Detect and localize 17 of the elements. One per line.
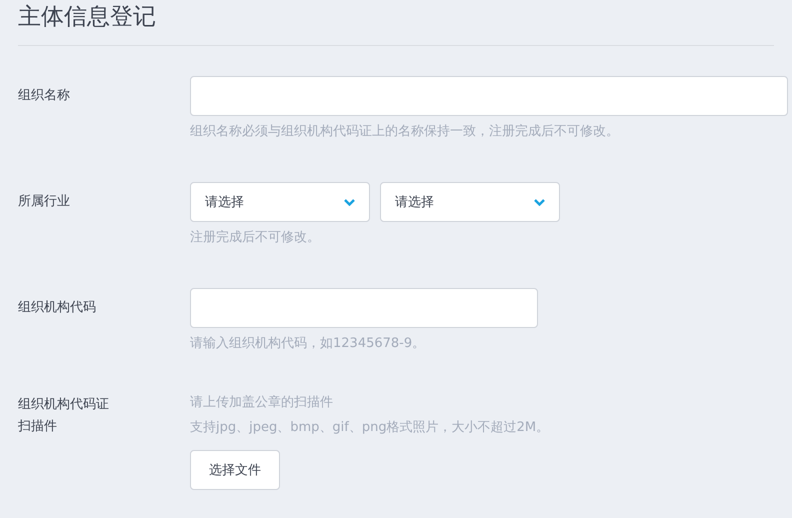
field-label: 组织名称 — [18, 87, 70, 105]
hint-text: 组织名称必须与组织机构代码证上的名称保持一致，注册完成后不可修改。 — [190, 123, 620, 141]
text-field[interactable] — [190, 288, 538, 328]
page-title: 主体信息登记 — [18, 3, 157, 32]
text-field[interactable] — [190, 76, 788, 116]
dropdown[interactable]: 请选择 — [380, 182, 560, 222]
chevron-down-icon — [344, 198, 355, 206]
hint-text: 请上传加盖公章的扫描件 — [190, 394, 334, 412]
chevron-down-icon — [534, 198, 545, 206]
field-label: 组织机构代码 — [18, 299, 96, 317]
field-label: 所属行业 — [18, 193, 70, 211]
choose-file-button[interactable]: 选择文件 — [190, 450, 280, 490]
hint-text: 注册完成后不可修改。 — [190, 229, 321, 247]
hint-text: 请输入组织机构代码，如12345678-9。 — [190, 335, 426, 353]
field-label: 组织机构代码证扫描件 — [18, 396, 110, 436]
hint-text: 支持jpg、jpeg、bmp、gif、png格式照片，大小不超过2M。 — [190, 419, 550, 437]
dropdown[interactable]: 请选择 — [190, 182, 370, 222]
